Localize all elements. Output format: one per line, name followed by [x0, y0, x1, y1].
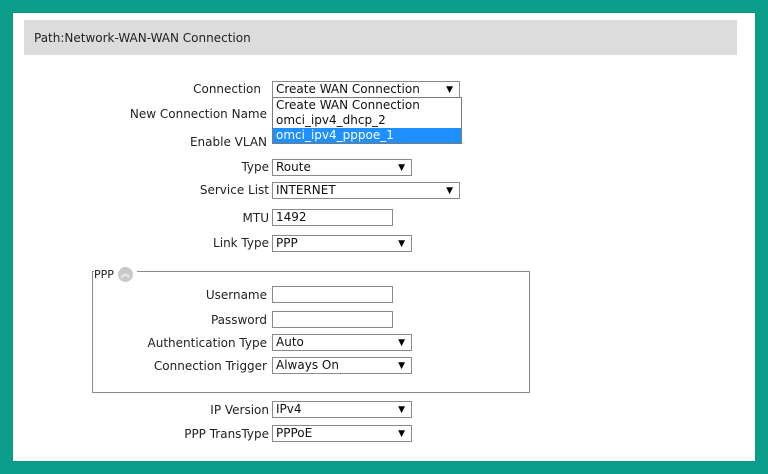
service-list-select-value: INTERNET: [276, 183, 336, 197]
connection-select-value: Create WAN Connection: [276, 82, 420, 96]
link-type-label: Link Type: [213, 236, 269, 250]
link-type-select-value: PPP: [276, 236, 298, 250]
dropdown-arrow-icon: ▼: [398, 239, 405, 249]
type-label: Type: [241, 160, 269, 174]
connection-label: Connection: [193, 82, 261, 96]
username-input[interactable]: [272, 286, 393, 303]
connection-option[interactable]: Create WAN Connection: [273, 98, 461, 113]
dropdown-arrow-icon: ▼: [398, 163, 405, 173]
link-type-select[interactable]: PPP ▼: [272, 235, 412, 252]
connection-option[interactable]: omci_ipv4_dhcp_2: [273, 113, 461, 128]
service-list-select[interactable]: INTERNET ▼: [272, 182, 460, 199]
breadcrumb-text: Path:Network-WAN-WAN Connection: [34, 31, 251, 45]
type-select[interactable]: Route ▼: [272, 159, 412, 176]
ppp-transtype-select-value: PPPoE: [276, 426, 313, 440]
dropdown-arrow-icon: ▼: [398, 405, 405, 415]
connection-trigger-label: Connection Trigger: [153, 359, 267, 373]
connection-trigger-select-value: Always On: [276, 358, 339, 372]
new-connection-name-label: New Connection Name: [129, 107, 267, 121]
service-list-label: Service List: [199, 183, 269, 197]
dropdown-arrow-icon: ▼: [446, 85, 453, 95]
auth-type-label: Authentication Type: [147, 336, 267, 350]
content-panel: Path:Network-WAN-WAN Connection Connecti…: [13, 13, 755, 461]
dropdown-arrow-icon: ▼: [398, 429, 405, 439]
ip-version-label: IP Version: [210, 403, 269, 417]
ppp-legend-text: PPP: [94, 268, 114, 281]
type-select-value: Route: [276, 160, 311, 174]
password-label: Password: [210, 313, 267, 327]
dropdown-arrow-icon: ▼: [398, 361, 405, 371]
ppp-transtype-select[interactable]: PPPoE ▼: [272, 425, 412, 442]
ppp-transtype-label: PPP TransType: [184, 427, 269, 441]
ip-version-select-value: IPv4: [276, 402, 302, 416]
connection-select[interactable]: Create WAN Connection ▼: [272, 81, 460, 98]
dropdown-arrow-icon: ▼: [446, 186, 453, 196]
connection-option-highlighted[interactable]: omci_ipv4_pppoe_1: [273, 128, 461, 143]
password-input[interactable]: [272, 311, 393, 328]
mtu-input[interactable]: 1492: [272, 209, 393, 226]
dropdown-arrow-icon: ▼: [398, 338, 405, 348]
enable-vlan-label: Enable VLAN: [189, 135, 267, 149]
auth-type-select-value: Auto: [276, 335, 304, 349]
breadcrumb: Path:Network-WAN-WAN Connection: [24, 20, 737, 55]
ip-version-select[interactable]: IPv4 ▼: [272, 401, 412, 418]
username-label: Username: [205, 288, 267, 302]
double-chevron-up-icon[interactable]: ︽: [117, 267, 133, 282]
connection-dropdown-list[interactable]: Create WAN Connection omci_ipv4_dhcp_2 o…: [272, 97, 462, 144]
auth-type-select[interactable]: Auto ▼: [272, 334, 412, 351]
ppp-legend: PPP ︽: [94, 267, 137, 282]
mtu-label: MTU: [242, 211, 269, 225]
connection-trigger-select[interactable]: Always On ▼: [272, 357, 412, 374]
